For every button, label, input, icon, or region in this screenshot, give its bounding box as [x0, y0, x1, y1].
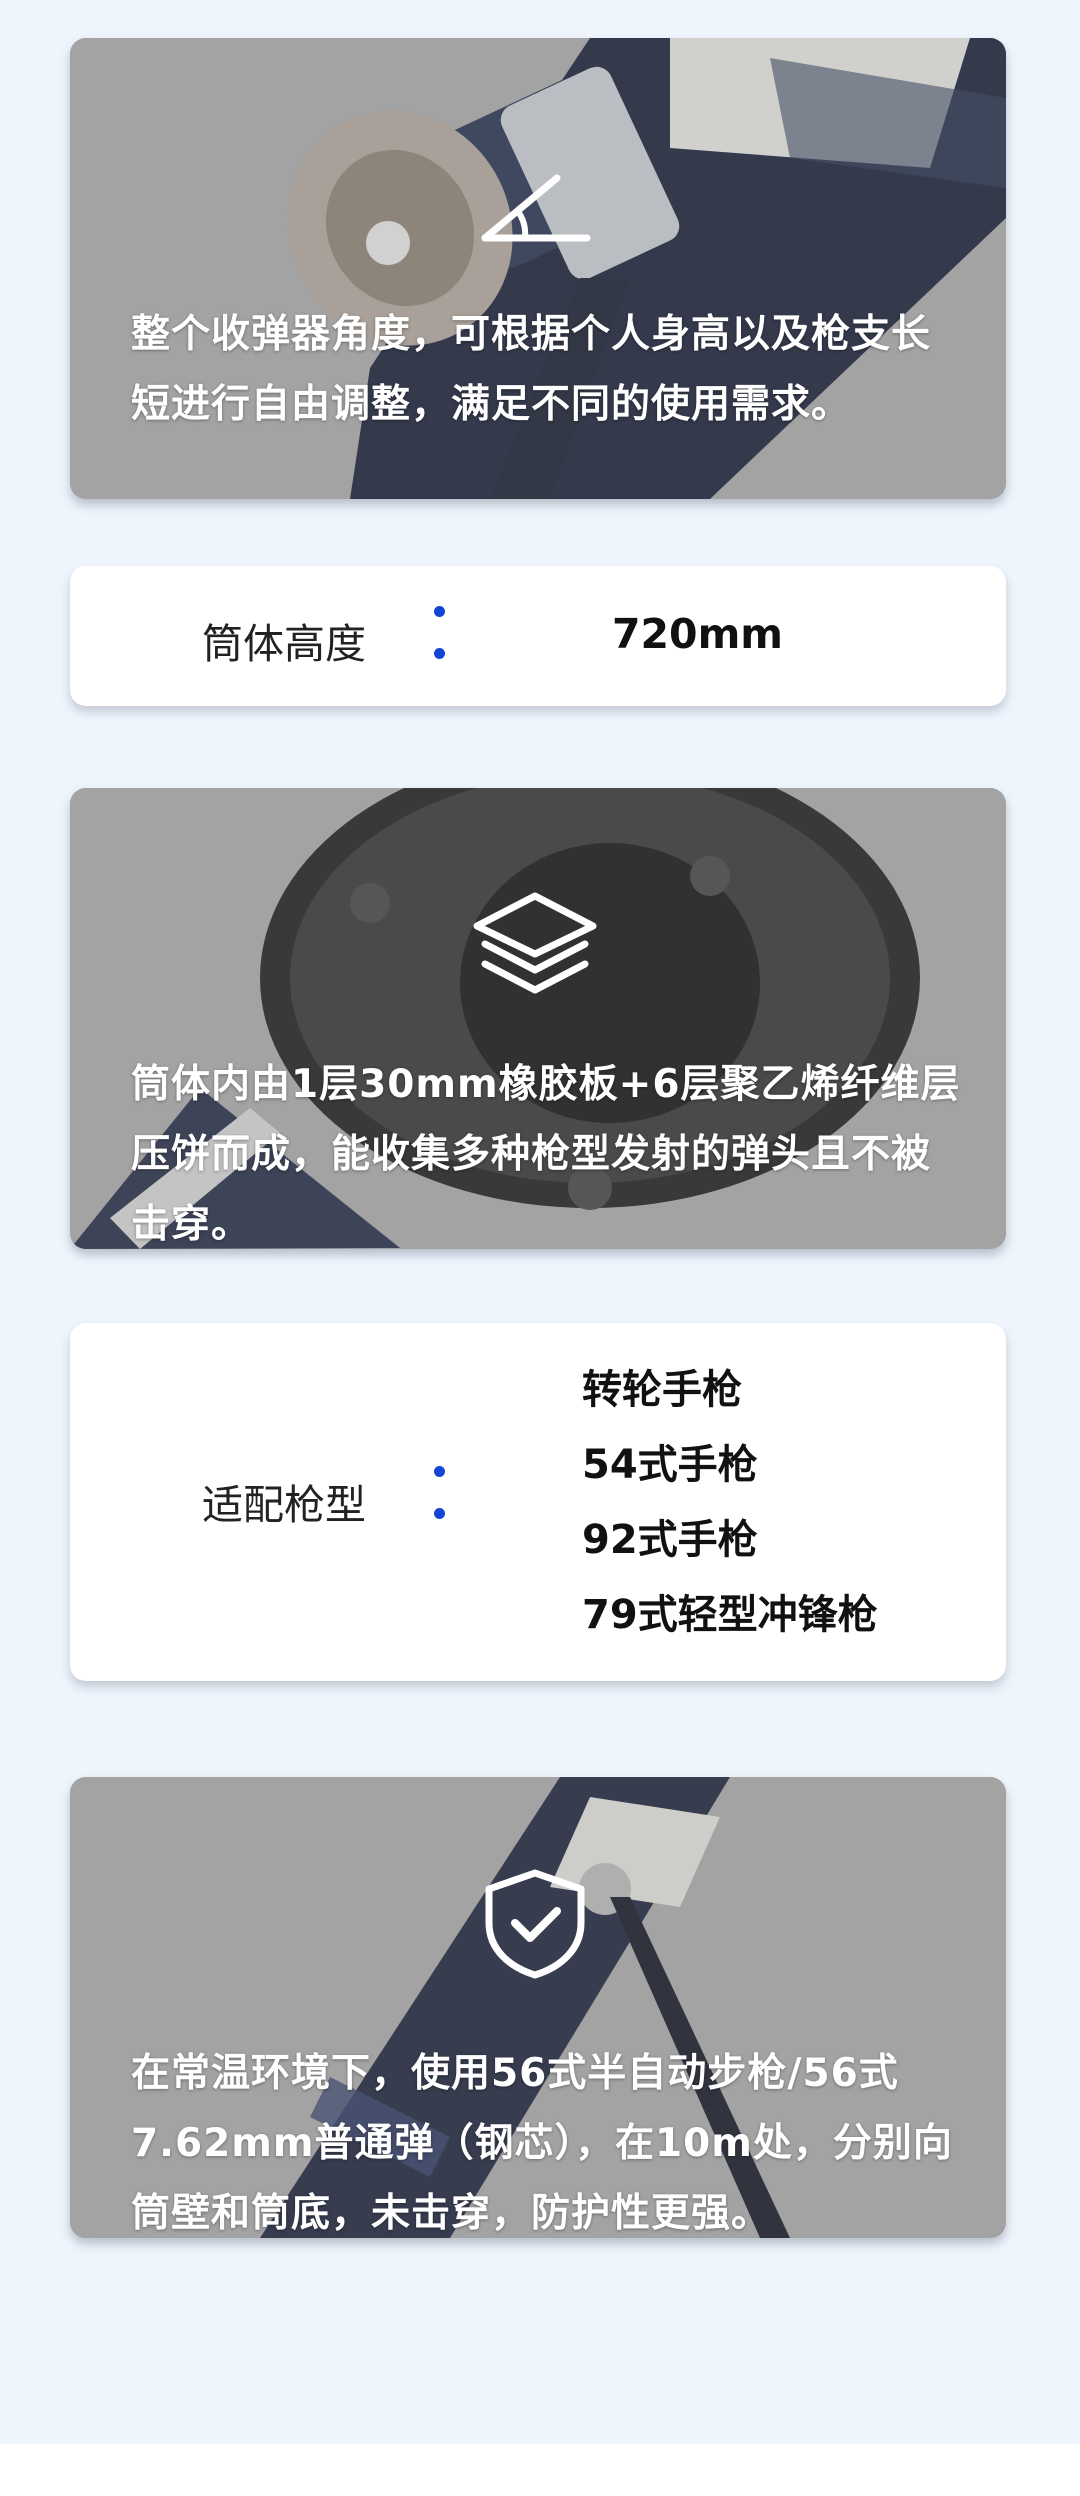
- colon-separator: [434, 1466, 446, 1526]
- angle-icon: [481, 174, 591, 242]
- gun-type-item: 转轮手枪: [582, 1367, 742, 1413]
- shield-check-icon: [485, 1869, 585, 1979]
- gun-type-item: 54式手枪: [582, 1442, 758, 1488]
- feature-description: 整个收弹器角度，可根据个人身高以及枪支长短进行自由调整，满足不同的使用需求。: [131, 312, 932, 427]
- spec-label-height: 筒体高度: [202, 620, 366, 668]
- gun-type-item: 79式轻型冲锋枪: [582, 1592, 878, 1638]
- gun-type-item: 92式手枪: [582, 1517, 758, 1563]
- spec-values-guns: 转轮手枪 54式手枪 92式手枪 79式轻型冲锋枪: [582, 1353, 878, 1653]
- colon-separator: [434, 606, 446, 666]
- spec-card-height: 筒体高度 720mm: [70, 566, 1006, 706]
- feature-card-layers: 筒体内由1层30mm橡胶板+6层聚乙烯纤维层压饼而成，能收集多种枪型发射的弹头且…: [70, 788, 1006, 1249]
- feature-card-protection: 在常温环境下，使用56式半自动步枪/56式7.62mm普通弹（钢芯），在10m处…: [70, 1777, 1006, 2238]
- footer-strip: [0, 2444, 1080, 2496]
- product-detail-page: 整个收弹器角度，可根据个人身高以及枪支长短进行自由调整，满足不同的使用需求。 筒…: [0, 0, 1080, 2496]
- spec-value-height: 720mm: [612, 610, 784, 658]
- feature-description: 在常温环境下，使用56式半自动步枪/56式7.62mm普通弹（钢芯），在10m处…: [131, 2051, 953, 2236]
- feature-card-angle: 整个收弹器角度，可根据个人身高以及枪支长短进行自由调整，满足不同的使用需求。: [70, 38, 1006, 499]
- layers-icon: [473, 892, 597, 994]
- spec-card-guns: 适配枪型 转轮手枪 54式手枪 92式手枪 79式轻型冲锋枪: [70, 1323, 1006, 1681]
- spec-label-guns: 适配枪型: [202, 1481, 366, 1529]
- feature-description: 筒体内由1层30mm橡胶板+6层聚乙烯纤维层压饼而成，能收集多种枪型发射的弹头且…: [131, 1062, 961, 1247]
